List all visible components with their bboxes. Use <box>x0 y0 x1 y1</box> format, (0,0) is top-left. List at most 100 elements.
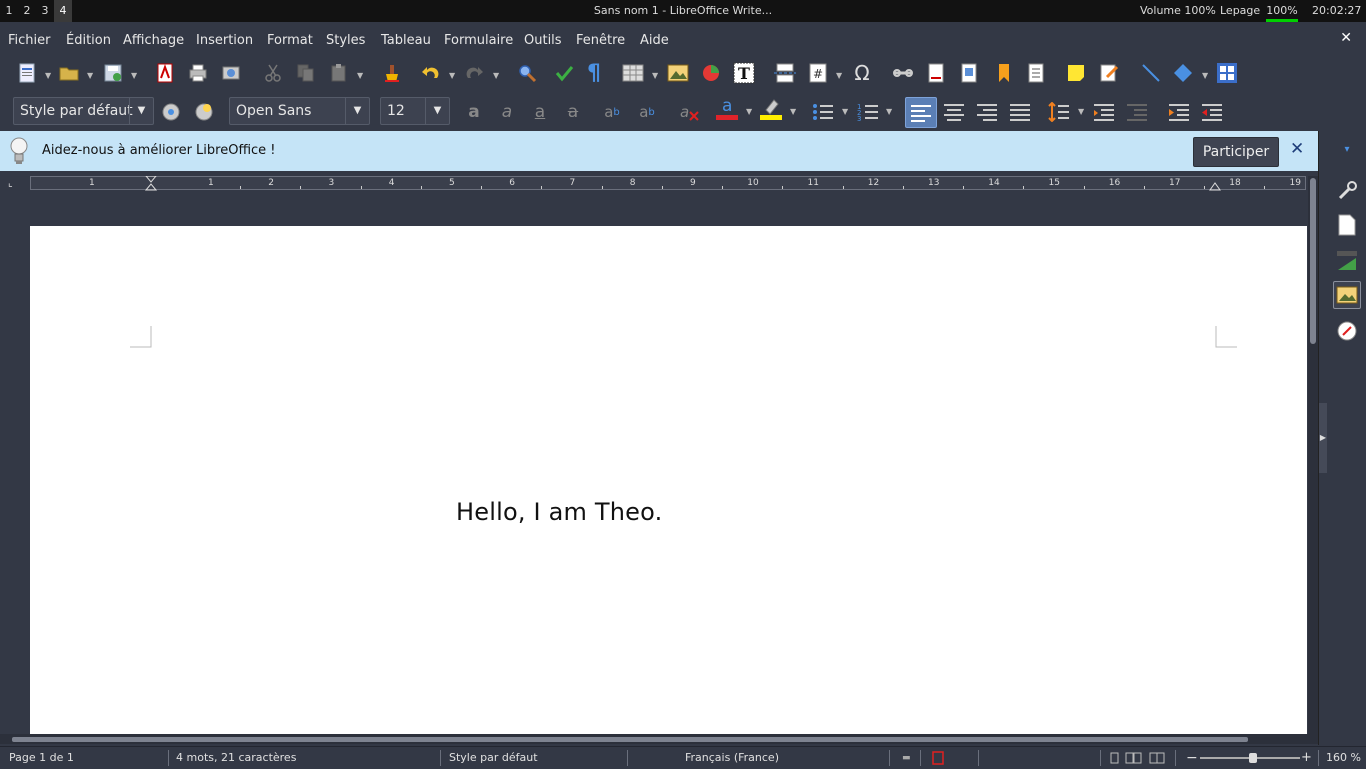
strikethrough-icon[interactable]: a <box>562 101 584 123</box>
shapes-dropdown-icon[interactable]: ▼ <box>1202 66 1210 86</box>
horizontal-ruler[interactable]: ⌞ 1 1 2 3 4 5 6 7 8 9 10 11 12 13 14 15 16 17 18 19 <box>0 174 1318 194</box>
vertical-scroll-thumb[interactable] <box>1310 178 1316 344</box>
open-folder-icon[interactable] <box>58 62 80 84</box>
new-document-icon[interactable] <box>16 62 38 84</box>
menu-edition[interactable]: Édition <box>66 22 111 56</box>
numbered-list-icon[interactable]: 123 <box>857 101 879 123</box>
increase-indent-icon[interactable] <box>1168 101 1190 123</box>
align-center-icon[interactable] <box>943 101 965 123</box>
chevron-down-icon[interactable]: ▼ <box>345 98 369 124</box>
insert-footnote-icon[interactable] <box>925 62 947 84</box>
document-modified-icon[interactable] <box>932 751 944 765</box>
insert-table-icon[interactable] <box>622 62 644 84</box>
clone-formatting-icon[interactable] <box>381 62 403 84</box>
menu-aide[interactable]: Aide <box>640 22 669 56</box>
zoom-level[interactable]: 160 % <box>1326 747 1361 769</box>
menu-insertion[interactable]: Insertion <box>196 22 253 56</box>
insert-bookmark-icon[interactable] <box>993 62 1015 84</box>
save-icon[interactable] <box>102 62 124 84</box>
save-dropdown-icon[interactable]: ▼ <box>131 66 139 86</box>
right-indent-marker-icon[interactable] <box>1209 182 1221 191</box>
decrease-paragraph-spacing-icon[interactable] <box>1126 101 1148 123</box>
gallery-icon[interactable] <box>1333 281 1361 309</box>
sidebar-collapse-handle[interactable]: ▶ <box>1319 403 1327 473</box>
chevron-down-icon[interactable]: ▼ <box>425 98 449 124</box>
print-icon[interactable] <box>187 62 209 84</box>
numbered-dropdown-icon[interactable]: ▼ <box>886 102 894 122</box>
redo-dropdown-icon[interactable]: ▼ <box>493 66 501 86</box>
chevron-down-icon[interactable]: ▼ <box>129 98 153 124</box>
horizontal-scroll-thumb[interactable] <box>12 737 1248 742</box>
menu-affichage[interactable]: Affichage <box>123 22 184 56</box>
navigator-compass-icon[interactable] <box>1333 317 1361 345</box>
new-dropdown-icon[interactable]: ▼ <box>45 66 53 86</box>
update-style-icon[interactable] <box>160 101 182 123</box>
new-style-icon[interactable] <box>193 101 215 123</box>
document-page[interactable]: Hello, I am Theo. <box>30 226 1307 736</box>
page-count[interactable]: Page 1 de 1 <box>9 747 74 769</box>
document-text[interactable]: Hello, I am Theo. <box>456 498 662 526</box>
track-changes-icon[interactable] <box>1098 62 1120 84</box>
zoom-in-icon[interactable]: + <box>1301 747 1312 769</box>
find-replace-icon[interactable] <box>516 62 538 84</box>
text-language[interactable]: Français (France) <box>685 747 779 769</box>
print-preview-icon[interactable] <box>220 62 242 84</box>
paragraph-style-box[interactable]: Style par défaut ▼ <box>13 97 154 125</box>
page-style[interactable]: Style par défaut <box>449 747 538 769</box>
close-document-icon[interactable]: ✕ <box>1340 30 1352 46</box>
formatting-marks-icon[interactable]: ¶ <box>583 61 605 86</box>
bullet-list-icon[interactable] <box>812 101 834 123</box>
menu-fichier[interactable]: Fichier <box>8 22 51 56</box>
open-dropdown-icon[interactable]: ▼ <box>87 66 95 86</box>
insert-mode-icon[interactable]: ▬ <box>902 747 911 769</box>
subscript-icon[interactable]: ab <box>636 101 658 123</box>
decrease-indent-icon[interactable] <box>1201 101 1223 123</box>
bullet-dropdown-icon[interactable]: ▼ <box>842 102 850 122</box>
insert-field-icon[interactable]: # <box>807 62 829 84</box>
insert-image-icon[interactable] <box>667 62 689 84</box>
insert-cross-reference-icon[interactable] <box>1025 62 1047 84</box>
menu-fenetre[interactable]: Fenêtre <box>576 22 625 56</box>
undo-dropdown-icon[interactable]: ▼ <box>449 66 457 86</box>
menu-styles[interactable]: Styles <box>326 22 365 56</box>
properties-wrench-icon[interactable] <box>1333 177 1361 205</box>
left-indent-marker-icon[interactable] <box>145 176 157 191</box>
field-dropdown-icon[interactable]: ▼ <box>836 66 844 86</box>
font-name-box[interactable]: Open Sans ▼ <box>229 97 370 125</box>
justify-icon[interactable] <box>1009 101 1031 123</box>
table-dropdown-icon[interactable]: ▼ <box>652 66 660 86</box>
underline-icon[interactable]: a <box>529 101 551 123</box>
superscript-icon[interactable]: ab <box>601 101 623 123</box>
menu-formulaire[interactable]: Formulaire <box>444 22 513 56</box>
zoom-out-icon[interactable]: − <box>1186 747 1198 769</box>
undo-icon[interactable] <box>420 62 442 84</box>
bold-icon[interactable]: a <box>463 101 485 123</box>
special-character-icon[interactable]: Ω <box>851 61 873 85</box>
page-icon[interactable] <box>1333 211 1361 239</box>
increase-paragraph-spacing-icon[interactable] <box>1093 101 1115 123</box>
menu-outils[interactable]: Outils <box>524 22 562 56</box>
spelling-icon[interactable] <box>553 62 575 84</box>
export-pdf-icon[interactable] <box>154 62 176 84</box>
insert-textbox-icon[interactable]: T <box>733 62 755 84</box>
basic-shapes-icon[interactable] <box>1172 62 1194 84</box>
styles-icon[interactable] <box>1333 247 1361 275</box>
insert-comment-icon[interactable] <box>1065 62 1087 84</box>
font-color-dropdown-icon[interactable]: ▼ <box>746 102 754 122</box>
highlight-color-icon[interactable] <box>760 98 782 120</box>
font-color-icon[interactable]: a <box>716 96 738 120</box>
paste-dropdown-icon[interactable]: ▼ <box>357 66 365 86</box>
line-spacing-dropdown-icon[interactable]: ▼ <box>1078 102 1086 122</box>
italic-icon[interactable]: a <box>496 101 518 123</box>
tab-stop-icon[interactable]: ⌞ <box>8 178 13 189</box>
insert-endnote-icon[interactable] <box>958 62 980 84</box>
insert-line-icon[interactable] <box>1140 62 1162 84</box>
close-icon[interactable]: ✕ <box>1290 139 1304 159</box>
menu-format[interactable]: Format <box>267 22 313 56</box>
copy-icon[interactable] <box>295 62 317 84</box>
insert-page-break-icon[interactable] <box>774 62 796 84</box>
line-spacing-icon[interactable] <box>1048 101 1070 123</box>
word-count[interactable]: 4 mots, 21 caractères <box>176 747 296 769</box>
sidebar-menu-icon[interactable]: ▾ <box>1333 135 1361 163</box>
clear-formatting-icon[interactable]: a <box>678 101 700 123</box>
